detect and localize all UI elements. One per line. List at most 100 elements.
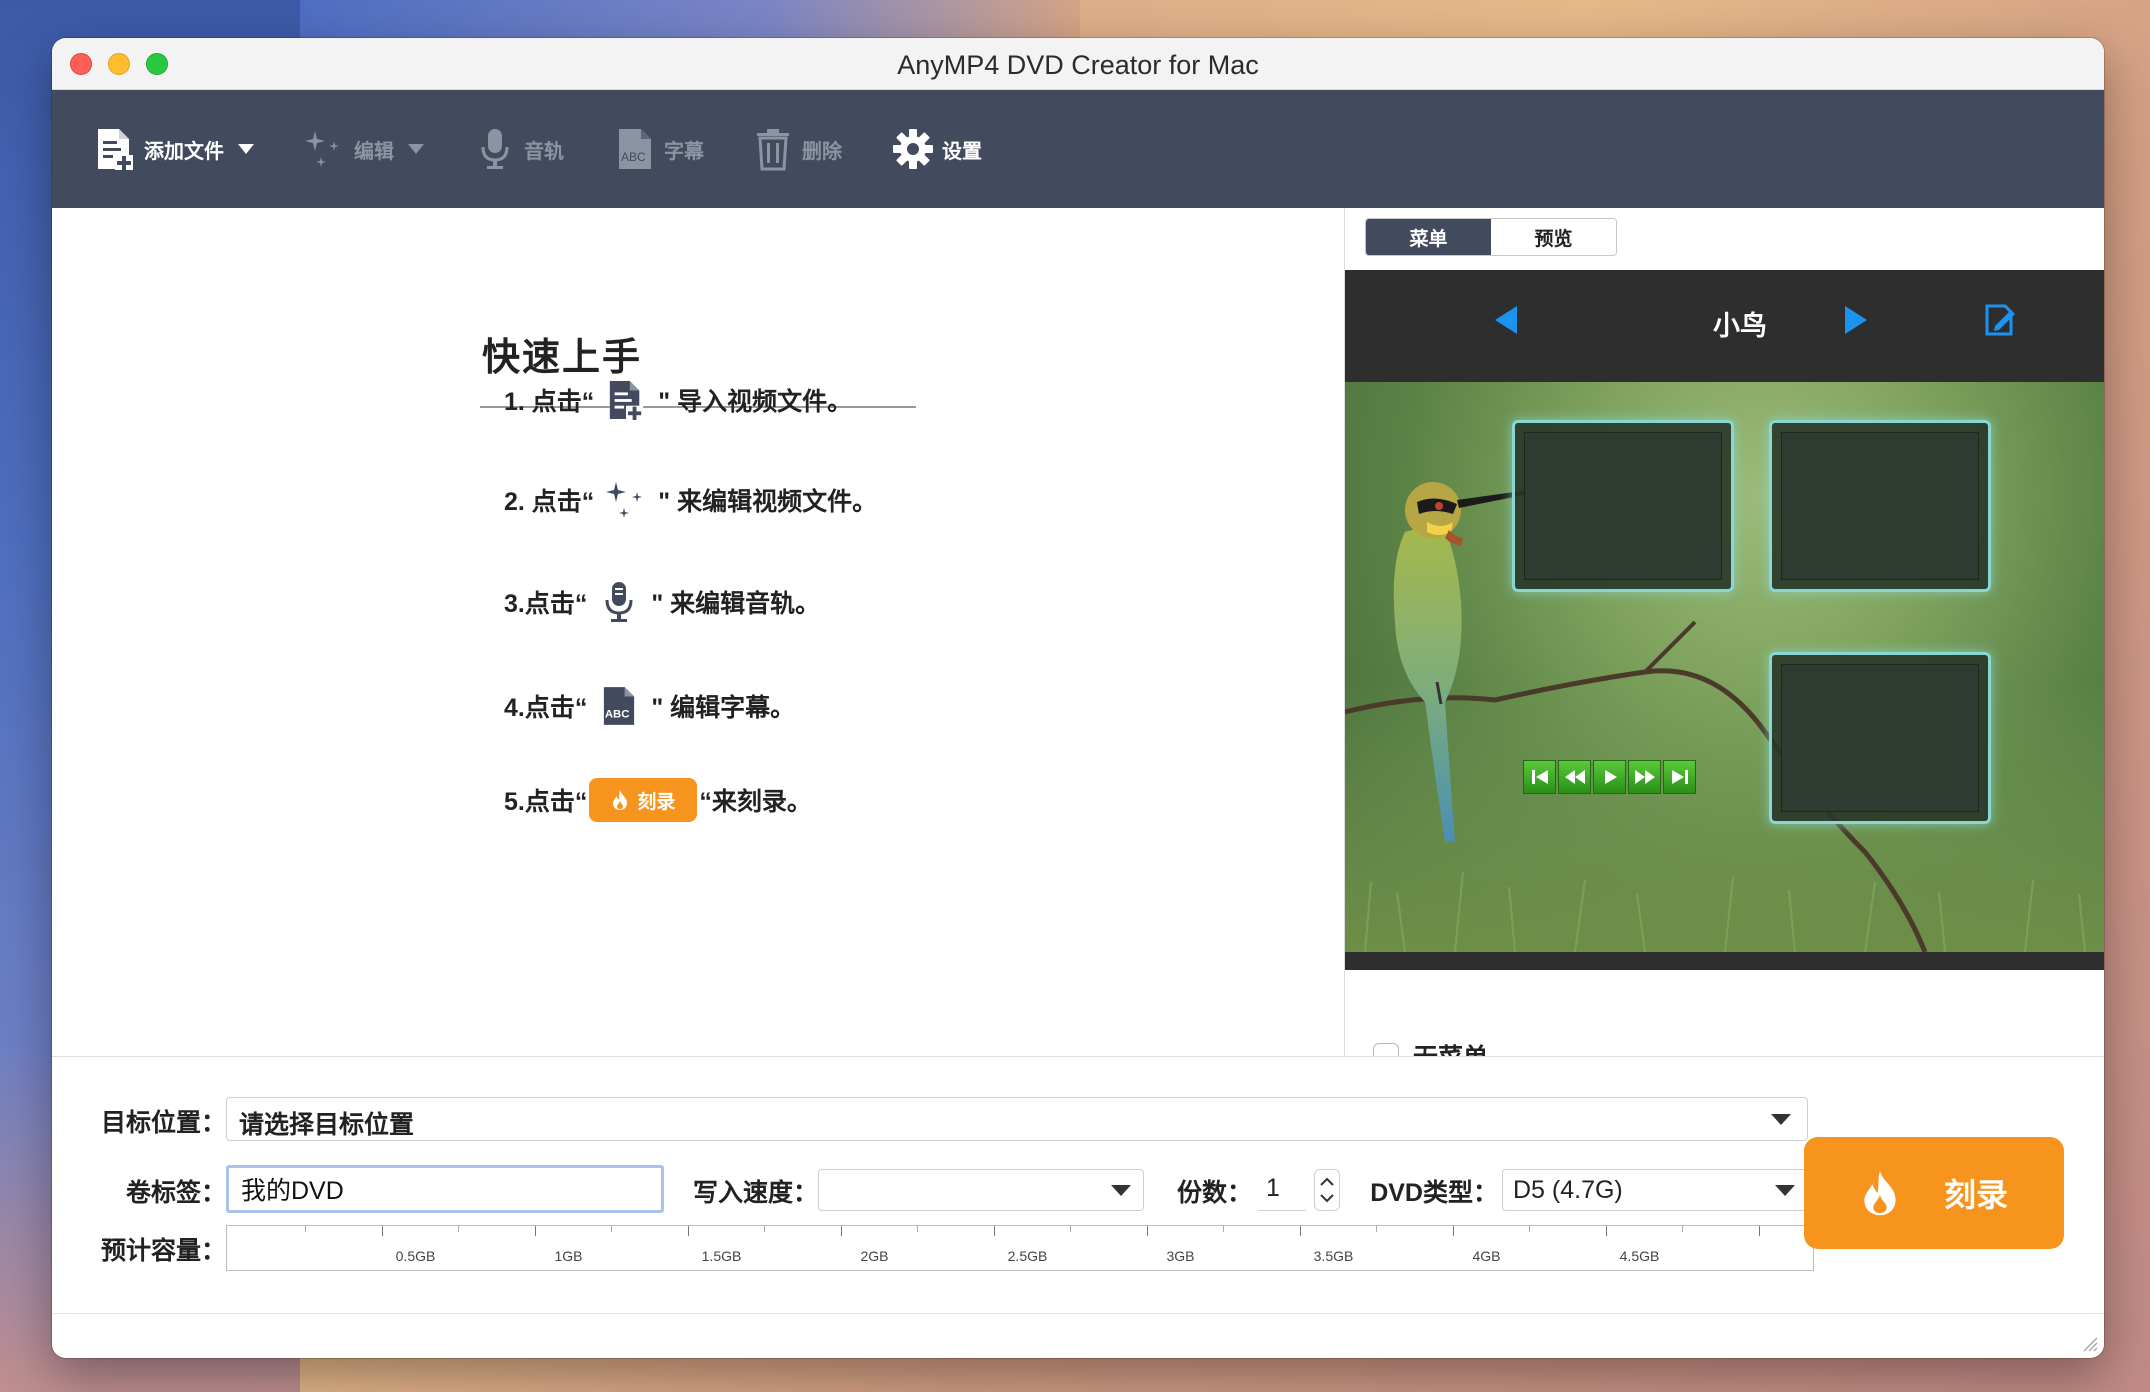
window-title: AnyMP4 DVD Creator for Mac (897, 50, 1259, 80)
step-text: 5.点击“ (504, 788, 588, 816)
edit-menu-icon[interactable] (1981, 300, 2021, 340)
svg-text:ABC: ABC (605, 708, 630, 720)
subtitle-label: 字幕 (664, 140, 704, 163)
delete-label: 删除 (802, 140, 842, 163)
edit-button[interactable]: 编辑 (302, 90, 424, 208)
copies-input[interactable]: 1 (1258, 1167, 1306, 1211)
capacity-tick (1605, 1226, 1607, 1236)
capacity-tick-label: 1GB (554, 1248, 583, 1264)
capacity-tick (840, 1226, 842, 1236)
skip-to-end-icon[interactable] (1663, 760, 1696, 794)
capacity-tick-label: 4.5GB (1619, 1248, 1660, 1264)
add-files-button[interactable]: 添加文件 (92, 90, 254, 208)
write-speed-label: 写入速度： (692, 1179, 818, 1207)
dvd-type-label: DVD类型： (1370, 1179, 1498, 1207)
subtitle-button[interactable]: ABC 字幕 (612, 90, 704, 208)
step-3: 3.点击“ " 来编辑音轨。 (504, 578, 820, 626)
capacity-tick (1376, 1226, 1377, 1232)
capacity-tick (381, 1226, 383, 1236)
skip-to-start-icon[interactable] (1523, 760, 1556, 794)
volume-label-input[interactable] (226, 1165, 664, 1213)
capacity-tick-label: 4GB (1472, 1248, 1501, 1264)
title-bar: AnyMP4 DVD Creator for Mac (52, 38, 2104, 90)
fast-forward-icon[interactable] (1628, 760, 1661, 794)
next-template-icon[interactable] (1845, 306, 1867, 334)
chevron-down-icon[interactable] (408, 144, 424, 154)
burn-button[interactable]: 刻录 (1804, 1137, 2064, 1249)
destination-value: 请选择目标位置 (239, 1111, 415, 1139)
capacity-tick-label: 0.5GB (395, 1248, 436, 1264)
step-text: “来刻录。 (699, 788, 812, 816)
dvd-type-select[interactable]: D5 (4.7G) (1502, 1169, 1808, 1211)
step-5: 5.点击“ 刻录 “来刻录。 (504, 778, 812, 822)
chevron-down-icon (1775, 1185, 1795, 1196)
capacity-tick (1146, 1226, 1148, 1236)
tab-menu[interactable]: 菜单 (1366, 219, 1491, 255)
write-speed-select[interactable] (818, 1169, 1144, 1211)
step-text: " 来编辑视频文件。 (658, 488, 878, 516)
edit-label: 编辑 (354, 140, 394, 163)
menu-thumbnail[interactable] (1769, 652, 1991, 824)
capacity-tick-label: 2GB (860, 1248, 889, 1264)
copies-stepper[interactable] (1314, 1169, 1340, 1211)
quick-start-panel: 快速上手 1. 点击“ " 导入视频文件。 2. 点击“ " 来编辑视频文件。 … (52, 208, 1344, 1056)
microphone-icon (472, 126, 518, 172)
capacity-tick (1223, 1226, 1224, 1232)
burn-button-label: 刻录 (1943, 1177, 2008, 1213)
capacity-tick (993, 1226, 995, 1236)
capacity-tick (1452, 1226, 1454, 1236)
volume-label-label: 卷标签： (125, 1179, 226, 1207)
destination-select[interactable]: 请选择目标位置 (226, 1097, 1808, 1141)
capacity-tick (611, 1226, 612, 1232)
audio-track-button[interactable]: 音轨 (472, 90, 564, 208)
settings-button[interactable]: 设置 (890, 90, 982, 208)
step-4: 4.点击“ ABC " 编辑字幕。 (504, 682, 795, 730)
menu-thumbnail[interactable] (1769, 420, 1991, 592)
add-file-icon (92, 126, 138, 172)
menu-thumbnail[interactable] (1512, 420, 1734, 592)
step-1: 1. 点击“ " 导入视频文件。 (504, 376, 852, 424)
chevron-down-icon (1111, 1185, 1131, 1196)
menu-preview-tabs: 菜单 预览 (1365, 218, 1617, 256)
capacity-tick (1758, 1226, 1760, 1236)
step-text: 1. 点击“ (504, 388, 595, 416)
capacity-tick (764, 1226, 765, 1232)
app-window: AnyMP4 DVD Creator for Mac 添加文件 编辑 音轨 AB… (52, 38, 2104, 1358)
copies-label: 份数： (1176, 1179, 1252, 1207)
capacity-tick (305, 1226, 306, 1232)
magic-wand-icon (602, 476, 650, 524)
dvd-type-value: D5 (4.7G) (1513, 1176, 1623, 1204)
chevron-down-icon[interactable] (238, 144, 254, 154)
delete-button[interactable]: 删除 (750, 90, 842, 208)
menu-template-bar: 小鸟 (1345, 270, 2104, 382)
svg-text:ABC: ABC (621, 150, 646, 164)
capacity-tick-label: 3.5GB (1313, 1248, 1354, 1264)
chevron-down-icon (1771, 1114, 1791, 1125)
add-files-label: 添加文件 (144, 140, 224, 163)
stepper-arrows-icon (1320, 1177, 1334, 1203)
add-file-icon (602, 376, 650, 424)
capacity-tick-label: 3GB (1166, 1248, 1195, 1264)
menu-preview-image (1345, 382, 2104, 952)
menu-playback-controls (1523, 760, 1698, 794)
magic-wand-icon (302, 126, 348, 172)
audio-track-label: 音轨 (524, 140, 564, 163)
capacity-tick (1529, 1226, 1530, 1232)
flame-icon (613, 790, 628, 810)
destination-label: 目标位置： (100, 1109, 226, 1137)
flame-icon (1864, 1170, 1896, 1216)
preview-footer-bar (1345, 952, 2104, 970)
desktop-wallpaper-top (300, 0, 1080, 40)
subtitle-icon: ABC (612, 126, 658, 172)
quick-start-title: 快速上手 (482, 337, 643, 379)
capacity-tick (1299, 1226, 1301, 1236)
step-2: 2. 点击“ " 来编辑视频文件。 (504, 476, 877, 524)
capacity-tick (458, 1226, 459, 1232)
step-text: " 编辑字幕。 (651, 694, 796, 722)
rewind-icon[interactable] (1558, 760, 1591, 794)
resize-grip-icon[interactable] (2080, 1334, 2098, 1352)
step-text: 3.点击“ (504, 590, 588, 618)
play-icon[interactable] (1593, 760, 1626, 794)
capacity-tick (1682, 1226, 1683, 1232)
tab-preview[interactable]: 预览 (1491, 219, 1616, 255)
